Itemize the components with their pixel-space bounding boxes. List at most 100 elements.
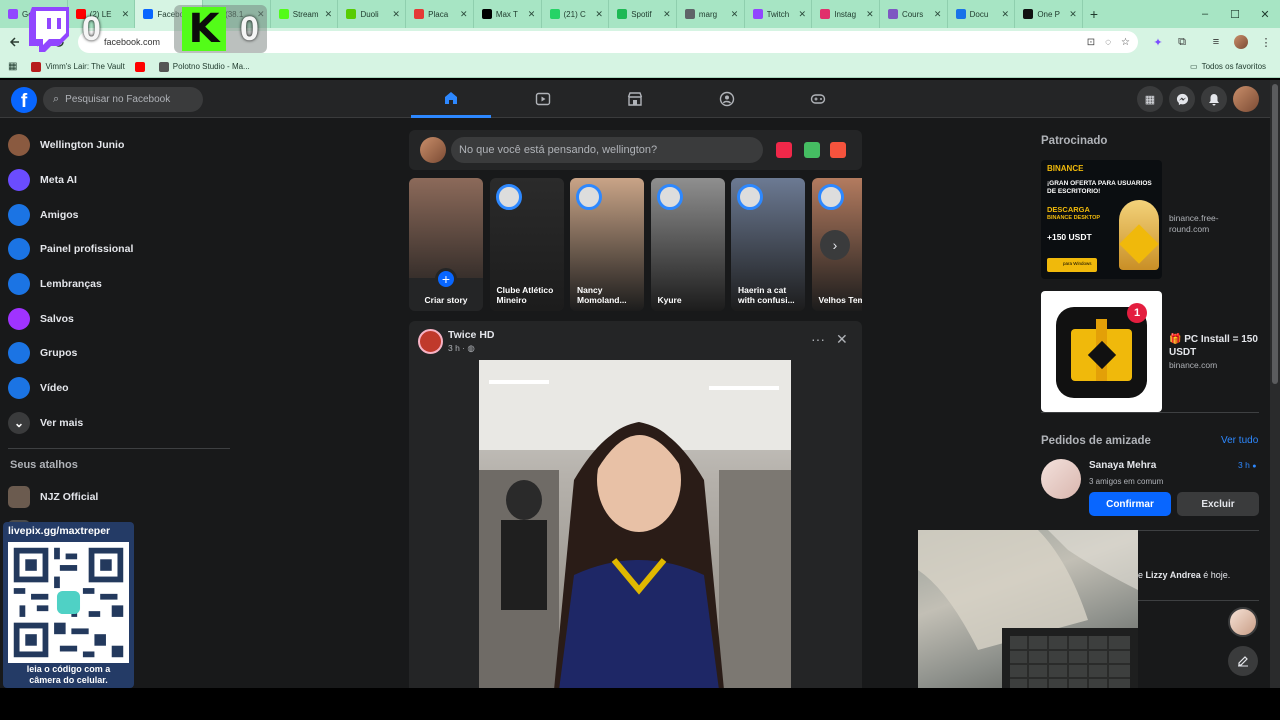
more-options-icon[interactable]: ··· xyxy=(811,331,825,347)
story-card[interactable]: Kyure xyxy=(650,178,725,311)
sidebar-item[interactable]: Meta AI xyxy=(8,163,233,198)
stories-next-icon[interactable]: › xyxy=(820,230,850,260)
browser-tab[interactable]: Duoli ✕ xyxy=(338,0,407,28)
see-all-link[interactable]: Ver tudo xyxy=(1221,435,1258,446)
close-tab-icon[interactable]: ✕ xyxy=(527,9,537,20)
close-post-icon[interactable]: ✕ xyxy=(836,331,848,348)
delete-button[interactable]: Excluir xyxy=(1177,492,1259,516)
ad-binance-image[interactable]: BINANCE ¡GRAN OFERTA PARA USUARIOS DE ES… xyxy=(1041,160,1162,279)
browser-tab[interactable]: (21) C ✕ xyxy=(542,0,610,28)
menu-grid-button[interactable]: ▦ xyxy=(1137,86,1163,112)
close-tab-icon[interactable]: ✕ xyxy=(594,9,604,20)
tab-title: marg xyxy=(698,9,718,19)
browser-tab[interactable]: Max T ✕ xyxy=(474,0,542,28)
browser-tab[interactable]: Spotif ✕ xyxy=(609,0,677,28)
friend-request-name[interactable]: Sanaya Mehra xyxy=(1089,460,1156,471)
sidebar-item[interactable]: Salvos xyxy=(8,301,233,336)
ad-gift-image[interactable]: 1 xyxy=(1041,291,1162,412)
install-app-icon[interactable]: ⊡ xyxy=(1087,37,1095,48)
sidebar-item-label: Painel profissional xyxy=(40,243,134,256)
browser-tab[interactable]: Cours ✕ xyxy=(880,0,948,28)
media-list-icon[interactable]: ≡ xyxy=(1206,31,1226,53)
gaming-tab[interactable] xyxy=(778,80,858,118)
photo-video-icon[interactable] xyxy=(804,142,820,158)
confirm-button[interactable]: Confirmar xyxy=(1089,492,1171,516)
eye-off-icon[interactable]: ◌ xyxy=(1105,37,1111,48)
page-avatar[interactable] xyxy=(418,329,443,354)
close-tab-icon[interactable]: ✕ xyxy=(865,9,875,20)
story-card[interactable]: Haerin a cat with confusi... xyxy=(731,178,805,311)
new-tab-button[interactable]: + xyxy=(1083,6,1105,22)
composer-input[interactable]: No que você está pensando, wellington? xyxy=(451,137,763,163)
bookmark-icon xyxy=(134,61,145,72)
ad-domain-2[interactable]: binance.com xyxy=(1169,360,1217,371)
sidebar-item[interactable]: Wellington Junio xyxy=(8,128,233,163)
browser-tab[interactable]: One P ✕ xyxy=(1015,0,1083,28)
extension-icon[interactable]: ✦ xyxy=(1148,31,1168,53)
browser-tab[interactable]: Placa ✕ xyxy=(406,0,474,28)
facebook-search-input[interactable]: ⌕ Pesquisar no Facebook xyxy=(43,87,203,112)
bookmark-item[interactable] xyxy=(134,61,149,72)
marketplace-tab[interactable] xyxy=(595,80,675,118)
apps-grid-icon[interactable]: ▦ xyxy=(8,61,17,72)
notifications-button[interactable] xyxy=(1201,86,1227,112)
new-message-button[interactable] xyxy=(1228,646,1258,676)
sidebar-item[interactable]: Grupos xyxy=(8,336,233,371)
sidebar-item-label: Vídeo xyxy=(40,382,69,395)
messenger-button[interactable] xyxy=(1169,86,1195,112)
create-story-card[interactable]: + Criar story xyxy=(409,178,483,311)
close-tab-icon[interactable]: ✕ xyxy=(459,9,469,20)
story-card[interactable]: Clube Atlético Mineiro xyxy=(489,178,564,311)
back-icon[interactable] xyxy=(4,31,26,53)
shortcut-item[interactable]: NJZ Official xyxy=(8,479,233,514)
chat-head-avatar[interactable] xyxy=(1228,607,1258,637)
browser-tab[interactable]: Instag ✕ xyxy=(812,0,880,28)
sidebar-item[interactable]: ⌄ Ver mais xyxy=(8,406,233,441)
post-photo[interactable] xyxy=(479,360,791,688)
sidebar-item[interactable]: Lembranças xyxy=(8,267,233,302)
minimize-button[interactable]: – xyxy=(1190,0,1220,28)
facebook-logo-icon[interactable]: f xyxy=(11,87,37,113)
post-author[interactable]: Twice HD xyxy=(448,329,494,341)
close-tab-icon[interactable]: ✕ xyxy=(933,9,943,20)
close-tab-icon[interactable]: ✕ xyxy=(797,9,807,20)
maximize-button[interactable]: ☐ xyxy=(1220,0,1250,28)
bookmark-item[interactable]: Vimm's Lair: The Vault xyxy=(31,61,125,72)
browser-tab[interactable]: Docu ✕ xyxy=(948,0,1016,28)
close-window-button[interactable]: ✕ xyxy=(1250,0,1280,28)
close-tab-icon[interactable]: ✕ xyxy=(120,9,130,20)
close-tab-icon[interactable]: ✕ xyxy=(391,9,401,20)
browser-tab[interactable]: marg ✕ xyxy=(677,0,745,28)
all-bookmarks-folder[interactable]: ▭ Todos os favoritos xyxy=(1190,62,1266,71)
close-tab-icon[interactable]: ✕ xyxy=(1000,9,1010,20)
page-scrollbar[interactable] xyxy=(1270,80,1280,688)
close-tab-icon[interactable]: ✕ xyxy=(323,9,333,20)
bookmark-item[interactable]: Polotno Studio - Ma... xyxy=(158,61,250,72)
star-icon[interactable]: ☆ xyxy=(1121,37,1130,48)
birthday-text: e Lizzy Andrea é hoje. xyxy=(1138,570,1231,580)
reel-icon[interactable] xyxy=(830,142,846,158)
sidebar-item[interactable]: Vídeo xyxy=(8,371,233,406)
add-story-icon[interactable]: + xyxy=(435,268,457,290)
video-tab[interactable] xyxy=(503,80,583,118)
home-tab[interactable] xyxy=(411,80,491,118)
story-card[interactable]: Nancy Momoland... xyxy=(570,178,644,311)
sidebar-item[interactable]: Amigos xyxy=(8,197,233,232)
extensions-puzzle-icon[interactable]: ⧉ xyxy=(1172,31,1192,53)
groups-tab[interactable] xyxy=(687,80,767,118)
friend-request-avatar[interactable] xyxy=(1041,459,1081,499)
profile-avatar[interactable] xyxy=(1231,31,1251,53)
scrollbar-thumb[interactable] xyxy=(1272,84,1278,384)
account-avatar[interactable] xyxy=(1233,86,1259,112)
close-tab-icon[interactable]: ✕ xyxy=(1068,9,1078,20)
close-tab-icon[interactable]: ✕ xyxy=(730,9,740,20)
close-tab-icon[interactable]: ✕ xyxy=(662,9,672,20)
ad-title-2[interactable]: 🎁 PC Install = 150 USDT xyxy=(1169,333,1264,359)
url-text: facebook.com xyxy=(104,37,161,47)
browser-tab[interactable]: Twitch ✕ xyxy=(745,0,813,28)
kebab-menu-icon[interactable]: ⋮ xyxy=(1256,31,1276,53)
browser-tab[interactable]: Stream ✕ xyxy=(271,0,339,28)
sidebar-item[interactable]: Painel profissional xyxy=(8,232,233,267)
live-video-icon[interactable] xyxy=(776,142,792,158)
ad-domain-1[interactable]: binance.free-round.com xyxy=(1169,213,1249,235)
